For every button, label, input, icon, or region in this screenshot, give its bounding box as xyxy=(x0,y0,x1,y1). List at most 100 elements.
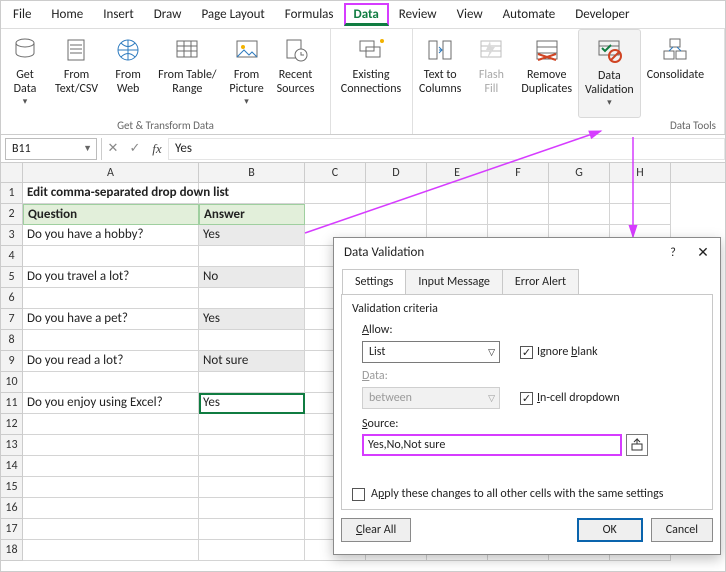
cell-B13[interactable] xyxy=(199,435,305,456)
cell-A3[interactable]: Do you have a hobby? xyxy=(23,225,199,246)
cell-A7[interactable]: Do you have a pet? xyxy=(23,309,199,330)
cell-B1[interactable] xyxy=(199,183,305,204)
cell-D1[interactable] xyxy=(366,183,427,204)
row-header[interactable]: 7 xyxy=(1,309,23,330)
ribbon-from-text-csv[interactable]: From Text/CSV xyxy=(49,29,104,118)
row-header[interactable]: 13 xyxy=(1,435,23,456)
ignore-blank-checkbox[interactable]: ✓ Ignore blank xyxy=(520,345,598,359)
formula-input[interactable]: Yes xyxy=(168,138,725,160)
cell-B9[interactable]: Not sure xyxy=(199,351,305,372)
row-header[interactable]: 16 xyxy=(1,498,23,519)
cell-A2[interactable]: Question xyxy=(23,204,199,225)
cell-B12[interactable] xyxy=(199,414,305,435)
cell-A15[interactable] xyxy=(23,477,199,498)
cancel-button[interactable]: Cancel xyxy=(651,518,713,542)
column-header-C[interactable]: C xyxy=(305,163,366,182)
row-header[interactable]: 5 xyxy=(1,267,23,288)
ribbon-data-validation[interactable]: Data Validation▾ xyxy=(578,29,641,118)
row-header[interactable]: 14 xyxy=(1,456,23,477)
tab-draw[interactable]: Draw xyxy=(144,3,192,26)
select-all-corner[interactable] xyxy=(1,163,23,182)
dialog-help-button[interactable]: ? xyxy=(666,246,680,260)
cell-B14[interactable] xyxy=(199,456,305,477)
cell-G2[interactable] xyxy=(549,204,610,225)
cell-A18[interactable] xyxy=(23,540,199,561)
row-header[interactable]: 8 xyxy=(1,330,23,351)
column-header-H[interactable]: H xyxy=(610,163,671,182)
tab-review[interactable]: Review xyxy=(389,3,447,26)
cell-B2[interactable]: Answer xyxy=(199,204,305,225)
ok-button[interactable]: OK xyxy=(577,518,643,542)
tab-insert[interactable]: Insert xyxy=(93,3,144,26)
cell-B10[interactable] xyxy=(199,372,305,393)
cell-F2[interactable] xyxy=(488,204,549,225)
cell-A1[interactable]: Edit comma-separated drop down list xyxy=(23,183,199,204)
cell-G1[interactable] xyxy=(549,183,610,204)
cell-C2[interactable] xyxy=(305,204,366,225)
tab-settings[interactable]: Settings xyxy=(342,269,406,294)
column-header-E[interactable]: E xyxy=(427,163,488,182)
cell-H1[interactable] xyxy=(610,183,671,204)
cell-H2[interactable] xyxy=(610,204,671,225)
allow-combobox[interactable]: List▽ xyxy=(362,341,500,363)
source-input[interactable]: Yes,No,Not sure xyxy=(362,434,622,456)
cancel-formula-button[interactable]: ✕ xyxy=(102,138,124,160)
tab-home[interactable]: Home xyxy=(41,3,93,26)
cell-E2[interactable] xyxy=(427,204,488,225)
cell-A5[interactable]: Do you travel a lot? xyxy=(23,267,199,288)
cell-A6[interactable] xyxy=(23,288,199,309)
cell-A8[interactable] xyxy=(23,330,199,351)
ribbon-from-picture[interactable]: From Picture▾ xyxy=(223,29,271,118)
cell-A14[interactable] xyxy=(23,456,199,477)
cell-A4[interactable] xyxy=(23,246,199,267)
cell-B8[interactable] xyxy=(199,330,305,351)
tab-error-alert[interactable]: Error Alert xyxy=(502,269,579,294)
row-header[interactable]: 17 xyxy=(1,519,23,540)
tab-automate[interactable]: Automate xyxy=(493,3,566,26)
clear-all-button[interactable]: Clear All xyxy=(341,518,411,542)
ribbon-flash-fill[interactable]: Flash Fill xyxy=(467,29,515,118)
ribbon-from-table-range[interactable]: From Table/ Range xyxy=(152,29,222,118)
tab-page-layout[interactable]: Page Layout xyxy=(191,3,274,26)
ribbon-from-web[interactable]: From Web xyxy=(104,29,152,118)
cell-A16[interactable] xyxy=(23,498,199,519)
cell-B6[interactable] xyxy=(199,288,305,309)
row-header[interactable]: 6 xyxy=(1,288,23,309)
cell-B16[interactable] xyxy=(199,498,305,519)
row-header[interactable]: 4 xyxy=(1,246,23,267)
column-header-D[interactable]: D xyxy=(366,163,427,182)
column-header-B[interactable]: B xyxy=(199,163,305,182)
name-box[interactable]: B11▼ xyxy=(5,138,97,160)
cell-A12[interactable] xyxy=(23,414,199,435)
row-header[interactable]: 2 xyxy=(1,204,23,225)
apply-all-checkbox[interactable]: Apply these changes to all other cells w… xyxy=(352,487,664,501)
cell-B3[interactable]: Yes xyxy=(199,225,305,246)
enter-formula-button[interactable]: ✓ xyxy=(124,138,146,160)
tab-data[interactable]: Data xyxy=(344,3,389,26)
cell-A10[interactable] xyxy=(23,372,199,393)
row-header[interactable]: 12 xyxy=(1,414,23,435)
cell-A13[interactable] xyxy=(23,435,199,456)
tab-developer[interactable]: Developer xyxy=(565,3,639,26)
cell-B4[interactable] xyxy=(199,246,305,267)
cell-B7[interactable]: Yes xyxy=(199,309,305,330)
cell-B5[interactable]: No xyxy=(199,267,305,288)
tab-view[interactable]: View xyxy=(447,3,493,26)
row-header[interactable]: 10 xyxy=(1,372,23,393)
cell-C1[interactable] xyxy=(305,183,366,204)
cell-E1[interactable] xyxy=(427,183,488,204)
row-header[interactable]: 15 xyxy=(1,477,23,498)
cell-A17[interactable] xyxy=(23,519,199,540)
cell-D2[interactable] xyxy=(366,204,427,225)
ribbon-get-data[interactable]: Get Data▾ xyxy=(1,29,49,118)
column-header-F[interactable]: F xyxy=(488,163,549,182)
row-header[interactable]: 18 xyxy=(1,540,23,561)
cell-F1[interactable] xyxy=(488,183,549,204)
column-header-G[interactable]: G xyxy=(549,163,610,182)
cell-B11[interactable]: Yes▼ xyxy=(199,393,305,414)
ribbon-remove-duplicates[interactable]: Remove Duplicates xyxy=(515,29,578,118)
cell-A11[interactable]: Do you enjoy using Excel? xyxy=(23,393,199,414)
existing-connections-button[interactable]: Existing Connections xyxy=(331,29,411,118)
incell-dropdown-checkbox[interactable]: ✓ In-cell dropdown xyxy=(520,391,620,405)
cell-B17[interactable] xyxy=(199,519,305,540)
